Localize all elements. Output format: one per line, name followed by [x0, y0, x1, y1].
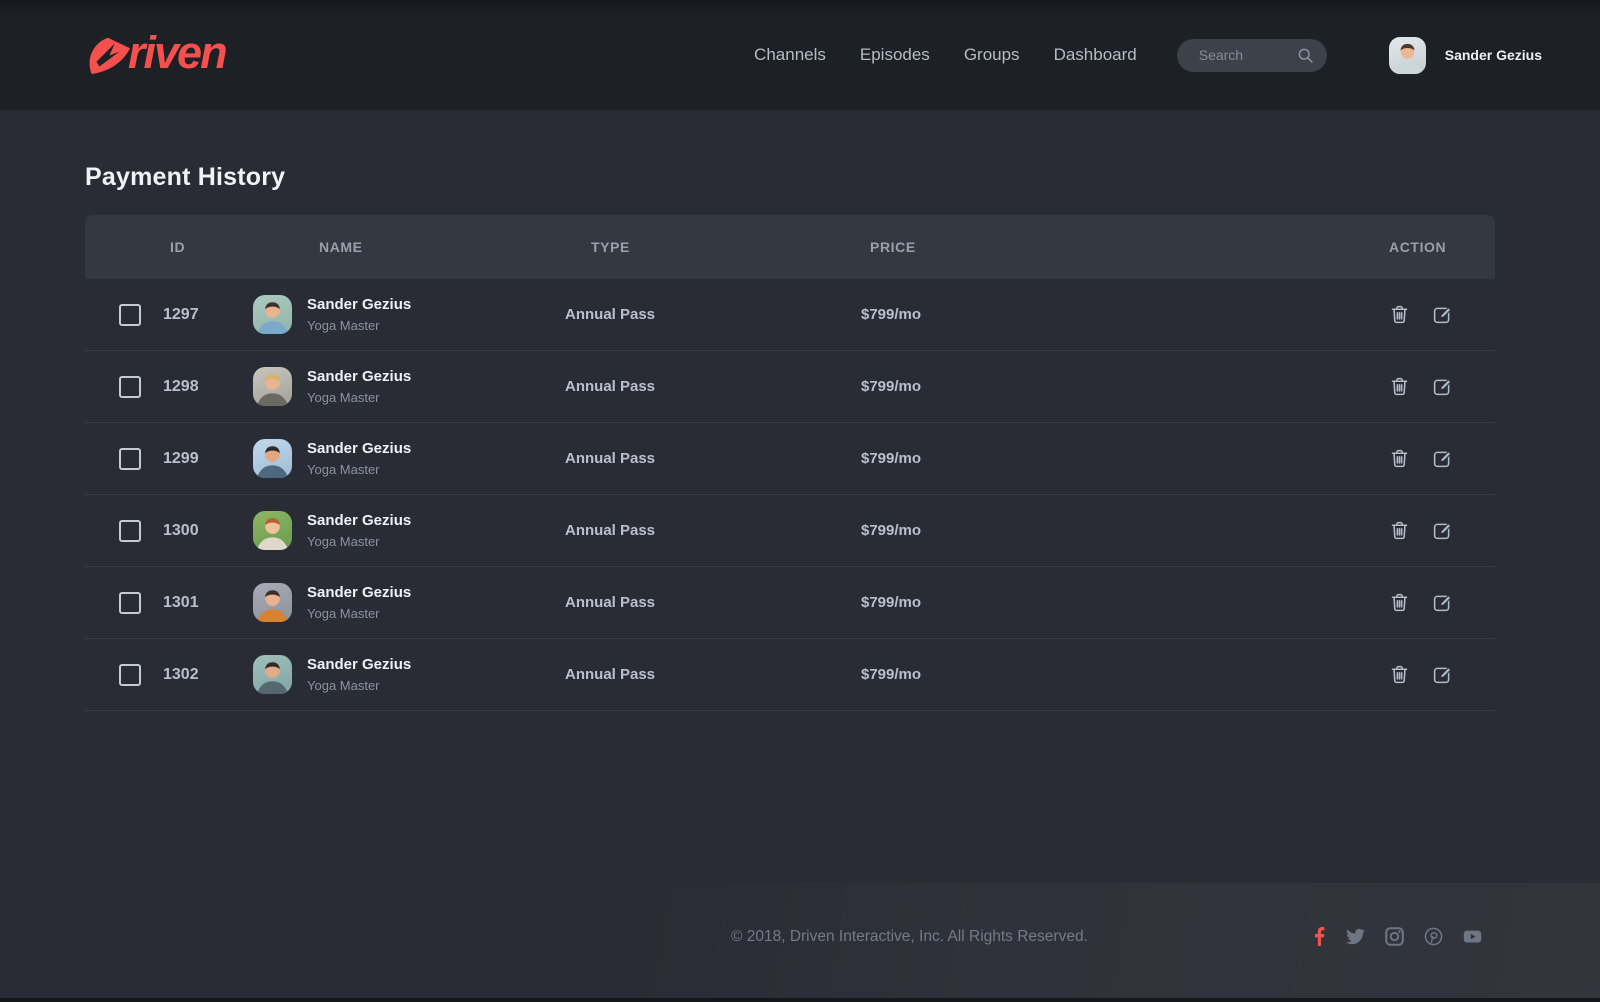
table-row: 1297 Sander Gezius Yoga Master Annual Pa… [85, 279, 1495, 351]
row-price: $799/mo [851, 522, 1378, 539]
copyright-text: © 2018, Driven Interactive, Inc. All Rig… [731, 928, 1088, 946]
row-name: Sander Gezius [307, 512, 411, 529]
row-avatar [253, 295, 292, 334]
row-checkbox[interactable] [119, 448, 141, 470]
delete-button-trash-icon[interactable] [1389, 304, 1410, 325]
row-price: $799/mo [851, 666, 1378, 683]
primary-nav: Channels Episodes Groups Dashboard [754, 45, 1137, 65]
row-name: Sander Gezius [307, 584, 411, 601]
row-avatar [253, 511, 292, 550]
delete-button-trash-icon[interactable] [1389, 376, 1410, 397]
user-name: Sander Gezius [1445, 47, 1542, 63]
edit-button-pencil-icon[interactable] [1432, 304, 1453, 325]
page-title: Payment History [85, 163, 1495, 192]
edit-button-pencil-icon[interactable] [1432, 376, 1453, 397]
edit-button-pencil-icon[interactable] [1432, 448, 1453, 469]
youtube-icon[interactable] [1463, 927, 1482, 946]
facebook-icon[interactable] [1313, 927, 1326, 946]
column-header-action: ACTION [1378, 239, 1495, 255]
search-box[interactable] [1177, 39, 1327, 72]
twitter-icon[interactable] [1346, 927, 1365, 946]
row-role: Yoga Master [307, 318, 411, 333]
brand-logo-icon [85, 33, 131, 77]
row-role: Yoga Master [307, 534, 411, 549]
table-header: ID NAME TYPE PRICE ACTION [85, 215, 1495, 279]
table-row: 1302 Sander Gezius Yoga Master Annual Pa… [85, 639, 1495, 711]
row-role: Yoga Master [307, 678, 411, 693]
row-type: Annual Pass [555, 594, 851, 611]
footer: © 2018, Driven Interactive, Inc. All Rig… [0, 848, 1600, 998]
column-header-id: ID [153, 239, 245, 255]
row-avatar [253, 655, 292, 694]
table-row: 1298 Sander Gezius Yoga Master Annual Pa… [85, 351, 1495, 423]
row-price: $799/mo [851, 378, 1378, 395]
row-id: 1301 [153, 594, 245, 612]
row-name: Sander Gezius [307, 368, 411, 385]
row-type: Annual Pass [555, 378, 851, 395]
row-checkbox[interactable] [119, 664, 141, 686]
row-type: Annual Pass [555, 522, 851, 539]
payment-history-table: ID NAME TYPE PRICE ACTION 1297 Sander Ge… [85, 215, 1495, 711]
pinterest-icon[interactable] [1424, 927, 1443, 946]
table-row: 1300 Sander Gezius Yoga Master Annual Pa… [85, 495, 1495, 567]
row-price: $799/mo [851, 306, 1378, 323]
table-row: 1299 Sander Gezius Yoga Master Annual Pa… [85, 423, 1495, 495]
column-header-price: PRICE [851, 239, 1378, 255]
user-avatar[interactable] [1389, 37, 1426, 74]
row-role: Yoga Master [307, 390, 411, 405]
search-icon[interactable] [1297, 47, 1314, 64]
row-price: $799/mo [851, 594, 1378, 611]
column-header-type: TYPE [555, 239, 851, 255]
nav-item-dashboard[interactable]: Dashboard [1054, 45, 1137, 65]
delete-button-trash-icon[interactable] [1389, 448, 1410, 469]
column-header-name: NAME [245, 239, 555, 255]
social-links [1313, 927, 1482, 946]
delete-button-trash-icon[interactable] [1389, 520, 1410, 541]
row-type: Annual Pass [555, 306, 851, 323]
window-bottom-edge [0, 998, 1600, 1002]
row-name: Sander Gezius [307, 656, 411, 673]
row-avatar [253, 583, 292, 622]
search-input[interactable] [1199, 47, 1297, 63]
edit-button-pencil-icon[interactable] [1432, 592, 1453, 613]
row-role: Yoga Master [307, 606, 411, 621]
main-content: Payment History ID NAME TYPE PRICE ACTIO… [85, 163, 1495, 711]
nav-item-channels[interactable]: Channels [754, 45, 826, 65]
row-avatar [253, 367, 292, 406]
delete-button-trash-icon[interactable] [1389, 592, 1410, 613]
row-checkbox[interactable] [119, 592, 141, 614]
row-checkbox[interactable] [119, 520, 141, 542]
nav-item-episodes[interactable]: Episodes [860, 45, 930, 65]
row-name: Sander Gezius [307, 440, 411, 457]
user-menu[interactable]: Sander Gezius [1389, 37, 1542, 74]
table-row: 1301 Sander Gezius Yoga Master Annual Pa… [85, 567, 1495, 639]
instagram-icon[interactable] [1385, 927, 1404, 946]
table-body: 1297 Sander Gezius Yoga Master Annual Pa… [85, 279, 1495, 711]
row-type: Annual Pass [555, 666, 851, 683]
nav-item-groups[interactable]: Groups [964, 45, 1020, 65]
row-price: $799/mo [851, 450, 1378, 467]
edit-button-pencil-icon[interactable] [1432, 664, 1453, 685]
row-id: 1299 [153, 450, 245, 468]
row-checkbox[interactable] [119, 304, 141, 326]
row-checkbox[interactable] [119, 376, 141, 398]
row-avatar [253, 439, 292, 478]
row-type: Annual Pass [555, 450, 851, 467]
delete-button-trash-icon[interactable] [1389, 664, 1410, 685]
row-name: Sander Gezius [307, 296, 411, 313]
row-id: 1297 [153, 306, 245, 324]
row-role: Yoga Master [307, 462, 411, 477]
row-id: 1300 [153, 522, 245, 540]
row-id: 1298 [153, 378, 245, 396]
edit-button-pencil-icon[interactable] [1432, 520, 1453, 541]
navbar: riven Channels Episodes Groups Dashboard… [0, 0, 1600, 110]
brand-logo[interactable]: riven [85, 33, 226, 78]
row-id: 1302 [153, 666, 245, 684]
brand-wordmark: riven [128, 30, 226, 75]
